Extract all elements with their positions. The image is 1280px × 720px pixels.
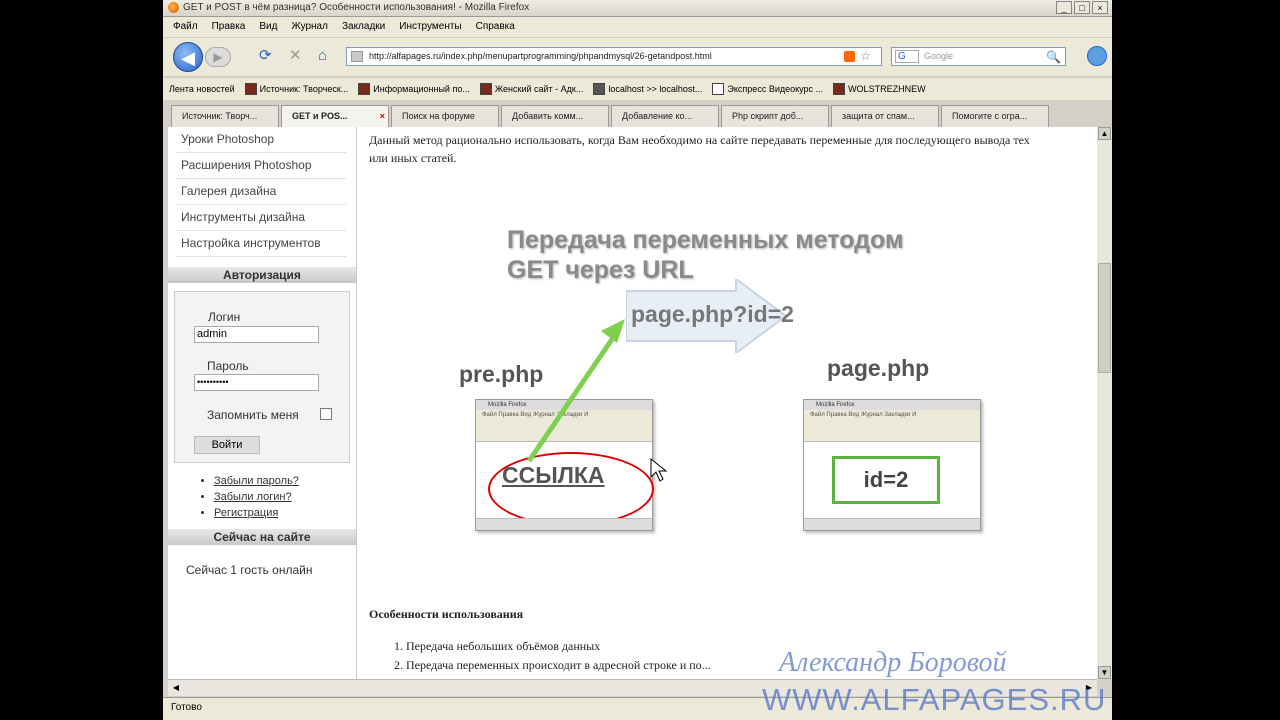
- menu-view[interactable]: Вид: [259, 17, 277, 37]
- login-field[interactable]: admin: [194, 326, 319, 343]
- register-link[interactable]: Регистрация: [214, 507, 356, 523]
- site-watermark: WWW.ALFAPAGES.RU: [762, 682, 1107, 717]
- sidebar-item-design-tools[interactable]: Инструменты дизайна: [176, 205, 346, 231]
- tab[interactable]: Поиск на форуме: [391, 105, 499, 127]
- maximize-button[interactable]: □: [1074, 1, 1090, 14]
- browser-window: GET и POST в чём разница? Особенности ис…: [163, 0, 1112, 720]
- menu-bookmarks[interactable]: Закладки: [342, 17, 385, 37]
- login-button[interactable]: Войти: [194, 436, 260, 454]
- bookmark-item[interactable]: localhost >> localhost...: [593, 78, 702, 100]
- tab[interactable]: защита от спам...: [831, 105, 939, 127]
- account-links: Забыли пароль? Забыли логин? Регистрация: [168, 475, 356, 523]
- navigation-toolbar: ◀ ▶ ⟳ ✕ ⌂ http://alfapages.ru/index.php/…: [163, 38, 1112, 76]
- tab-close-icon[interactable]: ×: [380, 106, 385, 127]
- bookmark-favicon-icon: [358, 83, 371, 95]
- section-title: Особенности использования: [369, 607, 524, 621]
- bookmark-item[interactable]: WOLSTREZHNEW: [833, 78, 926, 100]
- scroll-thumb[interactable]: [1098, 263, 1111, 373]
- tab[interactable]: Источник: Творч...: [171, 105, 279, 127]
- bookmark-favicon-icon: [593, 83, 606, 95]
- bookmark-star-icon[interactable]: ☆: [860, 48, 871, 65]
- minimize-button[interactable]: _: [1056, 1, 1072, 14]
- forward-button[interactable]: ▶: [205, 47, 231, 67]
- bookmark-favicon-icon: [479, 83, 492, 95]
- bookmark-favicon-icon: [833, 83, 846, 95]
- rss-icon[interactable]: [844, 51, 855, 62]
- search-placeholder: Google: [924, 51, 954, 61]
- window-title: GET и POST в чём разница? Особенности ис…: [183, 2, 530, 13]
- tab-strip: Источник: Творч... GET и POS... × Поиск н…: [163, 103, 1112, 127]
- search-go-icon[interactable]: 🔍: [1046, 49, 1061, 66]
- tab[interactable]: Помогите с огра...: [941, 105, 1049, 127]
- url-text: http://alfapages.ru/index.php/menupartpr…: [369, 51, 712, 61]
- tab[interactable]: Добавление ко...: [611, 105, 719, 127]
- intro-text: Данный метод рационально использовать, к…: [369, 133, 1030, 165]
- remember-label: Запомнить меня: [207, 408, 299, 422]
- auth-header: Авторизация: [168, 267, 356, 283]
- scroll-left-icon[interactable]: ◀: [170, 682, 182, 694]
- signature-watermark: Александр Боровой: [779, 647, 1007, 678]
- home-icon[interactable]: ⌂: [318, 48, 327, 64]
- menu-edit[interactable]: Правка: [212, 17, 246, 37]
- bookmark-favicon-icon: [244, 83, 257, 95]
- tab[interactable]: Php скрипт доб...: [721, 105, 829, 127]
- close-window-button[interactable]: ×: [1092, 1, 1108, 14]
- search-box[interactable]: G Google 🔍: [891, 47, 1066, 66]
- menu-tools[interactable]: Инструменты: [399, 17, 461, 37]
- menu-help[interactable]: Справка: [476, 17, 515, 37]
- login-form: Логин admin Пароль •••••••••• Запомнить …: [174, 291, 350, 463]
- addon-icon[interactable]: [1087, 46, 1107, 66]
- menu-bar: Файл Правка Вид Журнал Закладки Инструме…: [163, 17, 1112, 37]
- menu-file[interactable]: Файл: [173, 17, 198, 37]
- menu-history[interactable]: Журнал: [291, 17, 328, 37]
- sidebar-item-design-gallery[interactable]: Галерея дизайна: [176, 179, 346, 205]
- online-header: Сейчас на сайте: [168, 529, 356, 545]
- bookmark-favicon-icon: [712, 83, 725, 95]
- get-diagram: Передача переменных методом GET через UR…: [451, 219, 1011, 539]
- login-label: Логин: [208, 310, 241, 324]
- bookmark-item[interactable]: Лента новостей: [169, 78, 235, 100]
- bookmark-item[interactable]: Информационный по...: [358, 78, 470, 100]
- forgot-login-link[interactable]: Забыли логин?: [214, 491, 356, 507]
- stop-icon[interactable]: ✕: [289, 48, 302, 64]
- mouse-cursor-icon: [650, 457, 668, 482]
- firefox-icon: [168, 2, 179, 13]
- forgot-password-link[interactable]: Забыли пароль?: [214, 475, 356, 491]
- list-item: Передача переменных происходит в адресно…: [406, 656, 711, 675]
- sidebar-item-photoshop-extensions[interactable]: Расширения Photoshop: [176, 153, 346, 179]
- bookmark-item[interactable]: Женский сайт - Адк...: [479, 78, 583, 100]
- page-content: Уроки Photoshop Расширения Photoshop Гал…: [168, 127, 1097, 679]
- bookmark-item[interactable]: Экспресс Видеокурс ...: [712, 78, 823, 100]
- scroll-up-icon[interactable]: ▲: [1098, 127, 1111, 140]
- remember-checkbox[interactable]: [320, 408, 332, 420]
- list-item: Передача небольших объёмов данных: [406, 637, 711, 656]
- sidebar: Уроки Photoshop Расширения Photoshop Гал…: [168, 127, 357, 679]
- green-arrow-icon: [526, 319, 625, 463]
- reload-icon[interactable]: ⟳: [259, 48, 272, 64]
- scroll-down-icon[interactable]: ▼: [1098, 666, 1111, 679]
- search-engine-icon[interactable]: G: [895, 50, 919, 63]
- back-button[interactable]: ◀: [173, 42, 203, 72]
- site-favicon-icon: [351, 51, 363, 62]
- article: Данный метод рационально использовать, к…: [369, 127, 1059, 679]
- bookmarks-toolbar: Лента новостей Источник: Творческ... Инф…: [163, 78, 1112, 100]
- sidebar-item-tool-settings[interactable]: Настройка инструментов: [176, 231, 346, 257]
- tab[interactable]: Добавить комм...: [501, 105, 609, 127]
- bookmark-item[interactable]: Источник: Творческ...: [244, 78, 348, 100]
- vertical-scrollbar[interactable]: ▲ ▼: [1097, 127, 1112, 679]
- password-field[interactable]: ••••••••••: [194, 374, 319, 391]
- password-label: Пароль: [207, 359, 249, 373]
- title-bar: GET и POST в чём разница? Особенности ис…: [163, 0, 1112, 17]
- tab-active[interactable]: GET и POS... ×: [281, 105, 389, 127]
- address-bar[interactable]: http://alfapages.ru/index.php/menupartpr…: [346, 47, 882, 66]
- online-text: Сейчас 1 гость онлайн: [186, 563, 313, 577]
- sidebar-item-photoshop-lessons[interactable]: Уроки Photoshop: [176, 127, 346, 153]
- features-list: Передача небольших объёмов данных Переда…: [369, 637, 711, 675]
